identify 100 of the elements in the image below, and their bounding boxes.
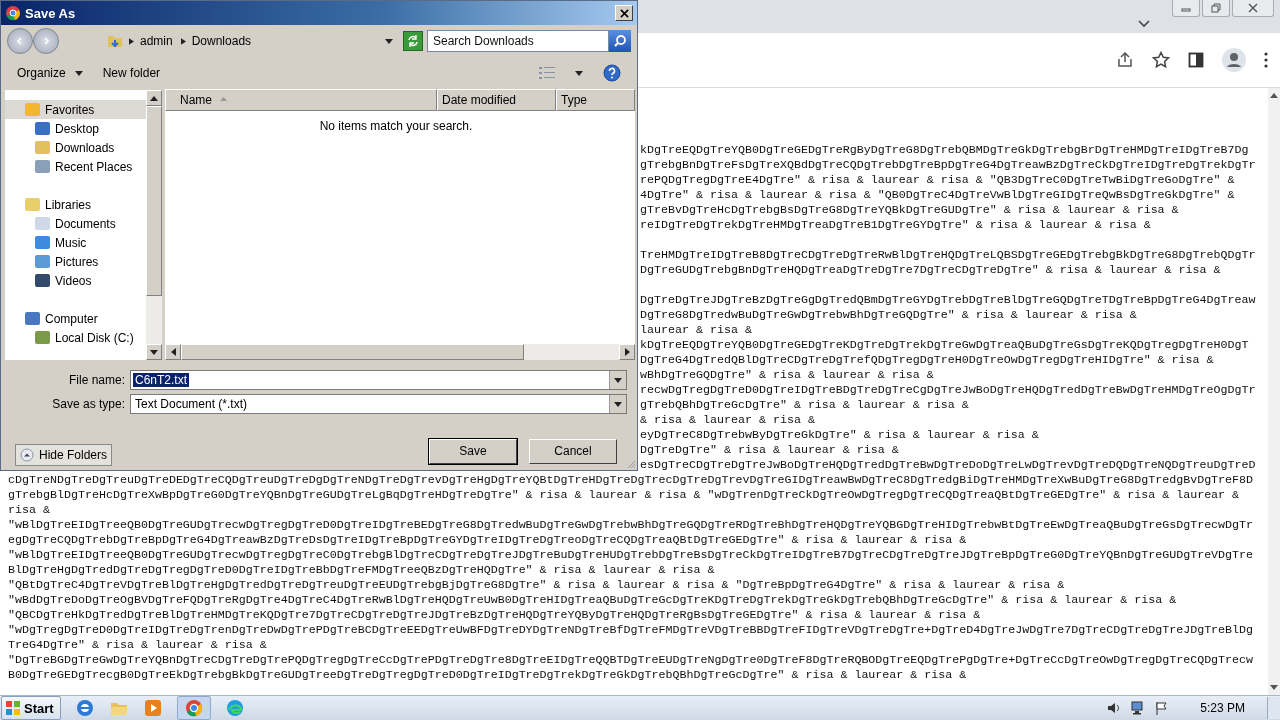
browser-icon[interactable]: [224, 698, 245, 718]
scroll-up-icon[interactable]: [150, 95, 158, 101]
file-name-field[interactable]: C6nT2.txt: [130, 370, 627, 390]
window-title: Save As: [25, 5, 76, 21]
close-icon: [619, 8, 629, 18]
nav-item[interactable]: Favorites: [5, 100, 146, 119]
nav-icon: [35, 217, 50, 230]
arrow-up-icon: [20, 448, 34, 462]
text-line: TreG4DgTre" & risa & laurear & risa &: [8, 638, 267, 653]
search-field[interactable]: Search Downloads: [427, 30, 609, 52]
browser-icon[interactable]: [74, 698, 95, 718]
column-header[interactable]: Date modified: [437, 89, 556, 111]
address-bar[interactable]: admin Downloads: [105, 31, 399, 51]
refresh-button[interactable]: [403, 31, 423, 51]
start-button[interactable]: Start: [1, 696, 61, 720]
browser-icon[interactable]: [183, 698, 204, 718]
breadcrumb-item[interactable]: Downloads: [191, 34, 252, 48]
chevron-right-icon[interactable]: [180, 37, 186, 45]
hide-folders-button[interactable]: Hide Folders: [15, 444, 113, 466]
app-icon: [5, 5, 21, 21]
nav-item[interactable]: Desktop: [5, 119, 146, 138]
column-header[interactable]: Name: [165, 89, 437, 111]
text-line: DgTreG4DgTredQBlDgTreCDgTreDgTrefQDgTregDgTreH0DgTreOwDgTregDgTreHIDgTre" & risa &: [640, 353, 1214, 368]
new-folder-button[interactable]: New folder: [102, 66, 161, 80]
file-type-dropdown[interactable]: Text Document (*.txt): [130, 394, 627, 414]
breadcrumb-item[interactable]: admin: [140, 34, 173, 48]
text-line: laurear & risa &: [640, 323, 752, 338]
text-line: TreHMDgTreIDgTreB8DgTreCDgTreDgTreRwBlDgTreHQDgTreLQBSDgTreGEDgTrebgBkDgTreG8DgTrebQDgTr: [640, 248, 1256, 263]
play-icon[interactable]: [142, 698, 163, 718]
scroll-down-icon[interactable]: [1270, 685, 1278, 691]
text-line: "QBtDgTreC4DgTreVDgTreBlDgTreHgDgTredDgTreDgTreuDgTreEUDgTrebgBjDgTreG8DgTre" & risa & laurear & risa & "DgTreBpDgTreG4DgTre" & risa & laurear & risa &: [8, 578, 1065, 593]
empty-message: No items match your search.: [319, 119, 473, 133]
text-line: recwDgTregDgTreD0DgTreIDgTreBDgTreDgTreCgDgTreJwBoDgTreHQDgTredDgTreBwDgTreHMDgTreOgDgTr: [640, 383, 1256, 398]
text-line: gTreBvDgTreHcDgTrebgBsDgTreG8DgTreYQBkDgTreGUDgTre" & risa & laurear & risa &: [640, 203, 1179, 218]
menu-icon[interactable]: [1264, 52, 1268, 68]
folder-icon: [107, 33, 123, 49]
back-button[interactable]: [7, 28, 33, 54]
text-line: risa &: [8, 503, 50, 518]
search-button[interactable]: [609, 30, 631, 52]
nav-icon: [25, 198, 40, 211]
text-line: "wBlDgTreEIDgTreeQB0DgTreGUDgTrecwDgTregDgTreC0DgTrebgBlDgTreCDgTreDgTreJDgTreBuDgTreHUDgTrebDgTreBsDgTreCkDgTreIDgTreB7DgTreCDgTreDgTreJDgTreBpDgTreG0DgTreYQBnDgTreGUDgTreVDgTre: [8, 548, 1254, 563]
restore-button[interactable]: [1202, 0, 1230, 17]
dialog-button[interactable]: Cancel: [529, 438, 617, 464]
scroll-up-icon[interactable]: [1270, 92, 1278, 98]
nav-item[interactable]: Libraries: [5, 195, 146, 214]
clock[interactable]: 5:23 PM: [1200, 701, 1245, 715]
sort-icon: [220, 96, 227, 101]
nav-icon: [35, 122, 50, 135]
nav-item[interactable]: Pictures: [5, 252, 146, 271]
dropdown-icon[interactable]: [385, 38, 393, 44]
profile-icon[interactable]: [1222, 48, 1246, 72]
nav-icon: [35, 274, 50, 287]
sidebar-icon[interactable]: [1188, 52, 1204, 68]
nav-item[interactable]: Recent Places: [5, 157, 146, 176]
dropdown-icon[interactable]: [575, 70, 583, 76]
nav-icon: [25, 103, 40, 116]
text-line: "wBdDgTreDoDgTreOgBVDgTreFQDgTreRgDgTre4DgTreC4DgTreRwBlDgTreHQDgTreUwB0DgTreHIDgTreaQBuDgTreGcDgTreKDgTreDgTrekDgTreGkDgTrebQBhDgTreGcDgTre" & risa & laurear & risa &: [8, 593, 1177, 608]
refresh-icon: [406, 34, 420, 48]
nav-item[interactable]: Local Disk (C:): [5, 328, 146, 347]
dropdown-icon[interactable]: [614, 377, 622, 383]
text-line: 4DgTre" & risa & laurear & risa & "QB0DgTreC4DgTreVwBlDgTreGIDgTreQwBsDgTreGkDgTre" &: [640, 188, 1235, 203]
nav-item[interactable]: Downloads: [5, 138, 146, 157]
file-name-label: File name:: [67, 373, 125, 387]
nav-icon: [35, 236, 50, 249]
close-icon: [1248, 3, 1258, 13]
text-line: rePQDgTregDgTreE4DgTre" & risa & laurear & risa & "QB3DgTreC0DgTreTwBiDgTreGoDgTre" &: [640, 173, 1235, 188]
organize-menu[interactable]: Organize: [17, 66, 83, 80]
text-line: B0DgTreGEDgTrecgB0DgTreEkDgTrebgBkDgTreGUDgTreeDgTreDgTregDgTreD0DgTreIDgTreDgTrekDgTreGkDgTrebQBhDgTreGcDgTre" & risa & laurear & risa &: [8, 668, 967, 683]
nav-item[interactable]: Videos: [5, 271, 146, 290]
share-icon[interactable]: [1116, 51, 1134, 69]
text-line: cDgTreNDgTreDgTreuDgTreDEDgTreCQDgTreuDgTreDgDgTreNDgTreDgTrevDgTreHgDgTreYQBtDgTreHDgTreDgTrecDgTreDgTrevDgTreGIDgTreawBwDgTreC8DgTredgBiDgTreHMDgTreXwBuDgTreG8DgTredgBvDgTreF8D: [8, 473, 1254, 488]
text-line: kDgTreEQDgTreYQB0DgTreGEDgTreKDgTreDgTrekDgTreGwDgTreaQBuDgTreGsDgTreKQDgTregDgTreH0DgT: [640, 338, 1249, 353]
forward-button[interactable]: [33, 28, 59, 54]
nav-item[interactable]: Documents: [5, 214, 146, 233]
text-line: DgTreGUDgTrebgBnDgTreHQDgTreaDgTreDgTre7DgTreCDgTreDgTre" & risa & laurear & risa &: [640, 263, 1221, 278]
scroll-right-icon[interactable]: [624, 348, 630, 356]
help-icon[interactable]: [603, 64, 621, 82]
scrollbar[interactable]: [1268, 88, 1280, 695]
dropdown-icon[interactable]: [614, 401, 622, 407]
text-line: reIDgTreDgTrekDgTreHMDgTreaDgTreB1DgTreGYDgTre" & risa & laurear & risa &: [640, 218, 1151, 233]
text-line: egDgTreCQDgTrebDgTreBpDgTreG4DgTreawBzDgTreDsDgTreIDgTreBpDgTreGYDgTreIDgTreDgTreoDgTreCQDgTreaQBtDgTreGEDgTre" & risa & laurear & risa &: [8, 533, 967, 548]
nav-item[interactable]: Music: [5, 233, 146, 252]
text-line: wBhDgTreGQDgTre" & risa & laurear & risa &: [640, 368, 934, 383]
column-header[interactable]: Type: [556, 89, 635, 111]
dialog-button[interactable]: Save: [429, 438, 517, 464]
nav-icon: [35, 141, 50, 154]
resize-grip-icon[interactable]: [626, 459, 636, 469]
scrollbar[interactable]: [146, 90, 162, 360]
text-line: & risa & laurear & risa &: [640, 413, 815, 428]
chevron-down-icon[interactable]: [1138, 19, 1150, 28]
scroll-left-icon[interactable]: [170, 348, 176, 356]
chevron-right-icon[interactable]: [129, 37, 134, 45]
star-icon[interactable]: [1152, 51, 1170, 69]
nav-icon: [35, 331, 50, 344]
scrollbar[interactable]: [165, 344, 635, 360]
text-line: "DgTreBGDgTreGwDgTreYQBnDgTreCDgTreDgTrePQDgTregDgTreCcDgTrePDgTreDgTre8DgTreEIDgTreQQBTDgTreEUDgTreNgDgTre0DgTreF8DgTreRQBODgTreEQDgTrePgDgTre+DgTreCcDgTreOwDgTregDgTreCQDgTrecw: [8, 653, 1254, 668]
scroll-down-icon[interactable]: [150, 349, 158, 355]
text-line: BlDgTreHgDgTredDgTreDgTregDgTreD0DgTreIDgTreBbDgTreFMDgTreeQBzDgTreHQDgTre" & risa & laurear & risa &: [8, 563, 715, 578]
text-line: eyDgTreC8DgTrebwByDgTreGkDgTre" & risa & laurear & risa &: [640, 428, 1039, 443]
nav-item[interactable]: Computer: [5, 309, 146, 328]
